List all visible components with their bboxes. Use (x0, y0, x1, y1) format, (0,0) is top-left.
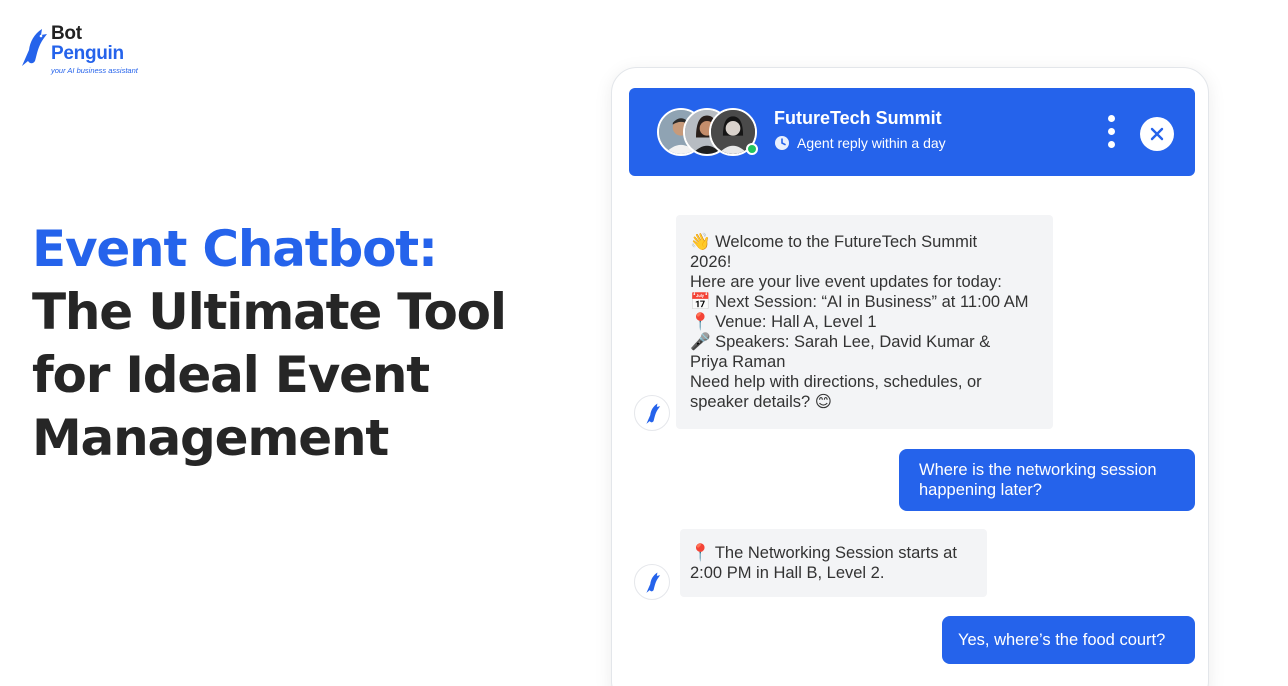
message-line: 📍 The Networking Session starts at (690, 544, 957, 562)
chat-title: FutureTech Summit (774, 108, 942, 128)
message-line: 🎤 Speakers: Sarah Lee, David Kumar & (690, 333, 991, 351)
clock-icon (775, 136, 789, 150)
headline-line-4: Management (32, 409, 389, 467)
message-line: 📍 Venue: Hall A, Level 1 (690, 313, 877, 331)
message-line: 2026! (690, 253, 732, 271)
headline-line-3: for Ideal Event (32, 346, 430, 404)
message-line: speaker details? 😊 (690, 393, 832, 411)
logo-word-bot: Bot (51, 23, 82, 44)
message-line: happening later? (919, 481, 1042, 499)
bot-avatar (634, 564, 670, 600)
reply-time-text: Agent reply within a day (797, 135, 946, 151)
bot-avatar (634, 395, 670, 431)
message-line: Where is the networking session (919, 461, 1157, 479)
logo-word-penguin: Penguin (51, 43, 124, 64)
message-line: 👋 Welcome to the FutureTech Summit (690, 233, 978, 251)
penguin-logo-icon (646, 403, 661, 424)
message-line: 2:00 PM in Hall B, Level 2. (690, 564, 885, 582)
headline: Event Chatbot: The Ultimate Tool for Ide… (32, 218, 552, 470)
message-line: Need help with directions, schedules, or (690, 373, 982, 391)
close-button[interactable] (1140, 117, 1174, 151)
headline-line-2: The Ultimate Tool (32, 283, 507, 341)
bot-message: 📍 The Networking Session starts at 2:00 … (680, 529, 987, 597)
chat-widget: FutureTech Summit Agent reply within a d… (611, 67, 1209, 686)
headline-line-1: Event Chatbot: (32, 220, 438, 278)
message-line: Here are your live event updates for tod… (690, 273, 1002, 291)
chat-subtitle: Agent reply within a day (774, 135, 946, 151)
online-status (746, 143, 758, 155)
message-line: Priya Raman (690, 353, 786, 371)
chat-header: FutureTech Summit Agent reply within a d… (629, 88, 1195, 176)
message-line: Yes, where’s the food court? (958, 631, 1166, 649)
message-line: 📅 Next Session: “AI in Business” at 11:0… (690, 293, 1029, 311)
penguin-logo-icon (22, 29, 47, 66)
penguin-logo-icon (646, 572, 661, 593)
botpenguin-logo[interactable]: Bot Penguin your AI business assistant (18, 24, 148, 84)
more-vertical-icon[interactable] (1101, 115, 1121, 151)
agent-avatars (657, 108, 767, 158)
bot-message: 👋 Welcome to the FutureTech Summit 2026!… (676, 215, 1053, 429)
close-icon (1150, 127, 1164, 141)
logo-tagline: your AI business assistant (51, 66, 138, 75)
user-message: Yes, where’s the food court? (942, 616, 1195, 664)
user-message: Where is the networking session happenin… (899, 449, 1195, 511)
